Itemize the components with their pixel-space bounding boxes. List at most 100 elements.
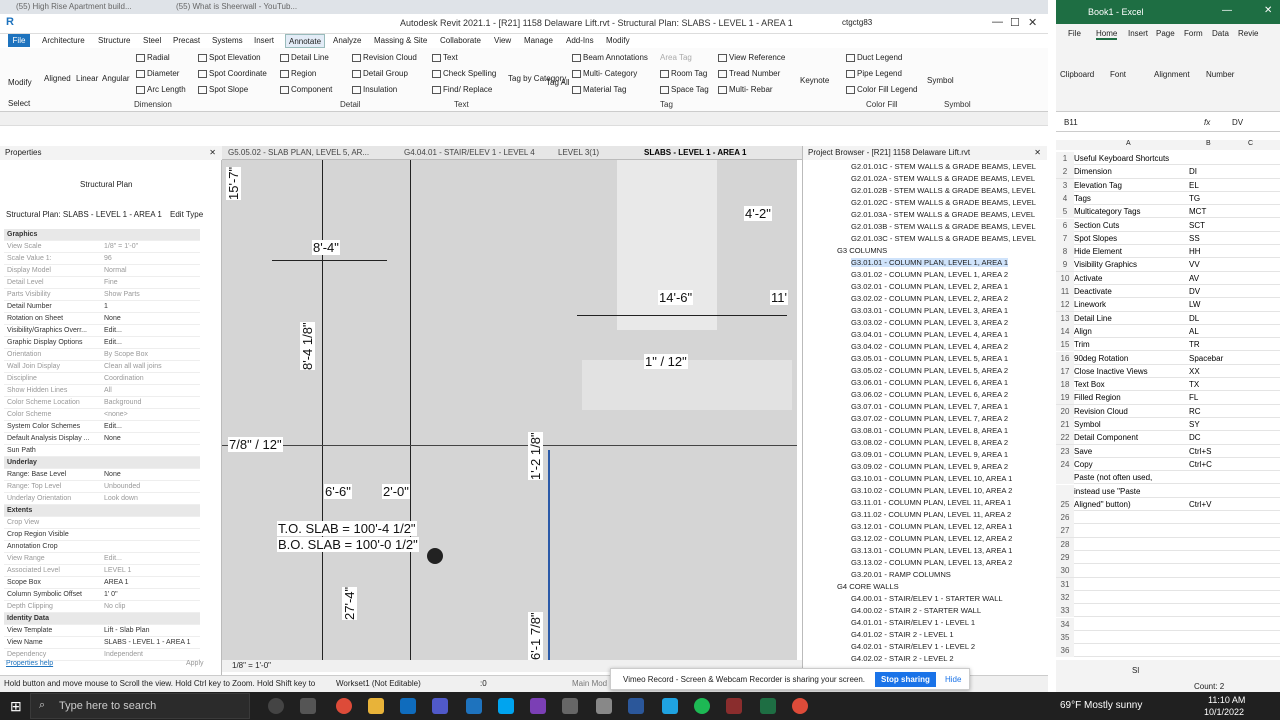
detail-line-button[interactable]: Detail Line bbox=[280, 53, 329, 62]
cell-b[interactable]: AL bbox=[1189, 325, 1199, 338]
type-selector[interactable]: Structural Plan bbox=[80, 180, 132, 189]
browser-view-item[interactable]: G3.07.01 - COLUMN PLAN, LEVEL 7, AREA 1 bbox=[851, 402, 1008, 411]
browser-view-item[interactable]: G3.06.01 - COLUMN PLAN, LEVEL 6, AREA 1 bbox=[851, 378, 1008, 387]
row-number[interactable]: 9 bbox=[1056, 258, 1074, 272]
cell-a[interactable]: 90deg Rotation bbox=[1074, 352, 1128, 365]
menu-collaborate[interactable]: Collaborate bbox=[440, 36, 481, 45]
property-row[interactable]: Column Symbolic Offset 1' 0" bbox=[4, 589, 200, 601]
cell-b[interactable]: SS bbox=[1189, 232, 1200, 245]
multi-category-button[interactable]: Multi- Category bbox=[572, 69, 637, 78]
app-icon[interactable] bbox=[562, 698, 578, 714]
property-row[interactable]: Discipline Coordination bbox=[4, 373, 200, 385]
row-number[interactable]: 21 bbox=[1056, 418, 1074, 431]
property-row[interactable]: Orientation By Scope Box bbox=[4, 349, 200, 361]
browser-view-item[interactable]: G2.01.01C - STEM WALLS & GRADE BEAMS, LE… bbox=[851, 162, 1036, 171]
excel-row[interactable]: 1 Useful Keyboard Shortcuts bbox=[1056, 152, 1280, 166]
slab-top-label[interactable]: T.O. SLAB = 100'-4 1/2" bbox=[277, 521, 417, 536]
cell-a[interactable]: Dimension bbox=[1074, 165, 1112, 178]
cell-a[interactable]: Copy bbox=[1074, 458, 1093, 471]
excel-row[interactable]: 10 Activate AV bbox=[1056, 271, 1280, 285]
browser-view-item[interactable]: G3.12.02 - COLUMN PLAN, LEVEL 12, AREA 2 bbox=[851, 534, 1012, 543]
browser-view-item[interactable]: G2.01.03A - STEM WALLS & GRADE BEAMS, LE… bbox=[851, 210, 1035, 219]
row-number[interactable]: 17 bbox=[1056, 364, 1074, 378]
cell-a[interactable]: Filled Region bbox=[1074, 391, 1121, 404]
col-header[interactable]: C bbox=[1248, 140, 1253, 147]
browser-view-item[interactable]: G3.02.02 - COLUMN PLAN, LEVEL 2, AREA 2 bbox=[851, 294, 1008, 303]
property-row[interactable]: Depth Clipping No clip bbox=[4, 601, 200, 613]
tab-g5-slab-plan[interactable]: G5.05.02 - SLAB PLAN, LEVEL 5, AR... bbox=[228, 148, 369, 157]
cell-b[interactable]: SCT bbox=[1189, 219, 1205, 232]
excel-row[interactable]: 34 bbox=[1056, 617, 1280, 631]
row-number[interactable]: 10 bbox=[1056, 271, 1074, 285]
property-value[interactable]: SLABS - LEVEL 1 - AREA 1 bbox=[104, 637, 191, 649]
property-value[interactable]: None bbox=[104, 433, 121, 445]
clock-time[interactable]: 11:10 AM bbox=[1208, 695, 1245, 705]
property-value[interactable]: 1/8" = 1'-0" bbox=[104, 241, 138, 253]
text-button[interactable]: Text bbox=[432, 53, 458, 62]
browser-view-item[interactable]: G3.01.01 - COLUMN PLAN, LEVEL 1, AREA 1 bbox=[851, 258, 1009, 267]
row-number[interactable]: 23 bbox=[1056, 444, 1074, 458]
excel-row[interactable]: instead use "Paste bbox=[1056, 484, 1280, 498]
file-button[interactable]: File bbox=[8, 34, 30, 47]
property-row[interactable]: View Template Lift - Slab Plan bbox=[4, 625, 200, 637]
excel-row[interactable]: 30 bbox=[1056, 564, 1280, 578]
property-value[interactable]: 1' 0" bbox=[104, 589, 118, 601]
browser-view-item[interactable]: G2.01.02B - STEM WALLS & GRADE BEAMS, LE… bbox=[851, 186, 1036, 195]
excel-row[interactable]: 12 Linework LW bbox=[1056, 298, 1280, 312]
workset-selector[interactable]: Workset1 (Not Editable) bbox=[336, 679, 421, 688]
excel-row[interactable]: 8 Hide Element HH bbox=[1056, 245, 1280, 259]
maximize-icon[interactable]: ☐ bbox=[1010, 16, 1020, 29]
property-row[interactable]: Identity Data bbox=[4, 613, 200, 625]
onenote-icon[interactable] bbox=[530, 698, 546, 714]
row-number[interactable]: 19 bbox=[1056, 391, 1074, 405]
browser-view-item[interactable]: G3.08.01 - COLUMN PLAN, LEVEL 8, AREA 1 bbox=[851, 426, 1008, 435]
row-number[interactable]: 32 bbox=[1056, 590, 1074, 604]
browser-view-item[interactable]: G3.04.01 - COLUMN PLAN, LEVEL 4, AREA 1 bbox=[851, 330, 1008, 339]
browser-group[interactable]: G3 COLUMNS bbox=[837, 246, 887, 255]
stop-sharing-button[interactable]: Stop sharing bbox=[875, 672, 936, 687]
browser-group[interactable]: G4 CORE WALLS bbox=[837, 582, 899, 591]
view-reference-button[interactable]: View Reference bbox=[718, 53, 785, 62]
menu-view[interactable]: View bbox=[494, 36, 511, 45]
col-header[interactable]: B bbox=[1206, 140, 1211, 147]
excel-row[interactable]: 6 Section Cuts SCT bbox=[1056, 218, 1280, 232]
row-number[interactable]: 31 bbox=[1056, 577, 1074, 591]
insulation-button[interactable]: Insulation bbox=[352, 85, 397, 94]
row-number[interactable]: 14 bbox=[1056, 324, 1074, 338]
property-row[interactable]: Underlay bbox=[4, 457, 200, 469]
cell-a[interactable]: Useful Keyboard Shortcuts bbox=[1074, 152, 1169, 165]
slab-bottom-label[interactable]: B.O. SLAB = 100'-0 1/2" bbox=[277, 537, 419, 552]
angular-dim-button[interactable]: Angular bbox=[102, 74, 130, 83]
menu-steel[interactable]: Steel bbox=[143, 36, 161, 45]
property-row[interactable]: Crop View bbox=[4, 517, 200, 529]
cell-b[interactable]: DI bbox=[1189, 165, 1197, 178]
property-row[interactable]: Associated Level LEVEL 1 bbox=[4, 565, 200, 577]
close-icon[interactable]: ✕ bbox=[1028, 16, 1037, 29]
cell-a[interactable]: Symbol bbox=[1074, 418, 1101, 431]
browser-view-item[interactable]: G2.01.02A - STEM WALLS & GRADE BEAMS, LE… bbox=[851, 174, 1035, 183]
browser-view-item[interactable]: G3.09.01 - COLUMN PLAN, LEVEL 9, AREA 1 bbox=[851, 450, 1008, 459]
property-value[interactable]: Edit... bbox=[104, 553, 122, 565]
property-row[interactable]: View Scale 1/8" = 1'-0" bbox=[4, 241, 200, 253]
row-number[interactable]: 29 bbox=[1056, 551, 1074, 564]
fx-icon[interactable]: fx bbox=[1204, 118, 1210, 127]
dim-label[interactable]: 14'-6" bbox=[658, 290, 694, 305]
drawing-canvas[interactable]: 15'-7" 8'-4" 8'-4 1/8" 4'-2" 14'-6" 11' … bbox=[222, 160, 797, 660]
row-number[interactable]: 34 bbox=[1056, 617, 1074, 631]
close-icon[interactable]: ✕ bbox=[1034, 148, 1041, 157]
cell-b[interactable]: TR bbox=[1189, 338, 1200, 351]
browser-view-item[interactable]: G3.09.02 - COLUMN PLAN, LEVEL 9, AREA 2 bbox=[851, 462, 1008, 471]
color-fill-legend-button[interactable]: Color Fill Legend bbox=[846, 85, 917, 94]
property-row[interactable]: Underlay Orientation Look down bbox=[4, 493, 200, 505]
excel-tab-file[interactable]: File bbox=[1068, 29, 1081, 38]
clock-date[interactable]: 10/1/2022 bbox=[1204, 707, 1244, 717]
detail-group-button[interactable]: Detail Group bbox=[352, 69, 408, 78]
cell-a[interactable]: Detail Line bbox=[1074, 312, 1112, 325]
excel-row[interactable]: 15 Trim TR bbox=[1056, 338, 1280, 352]
browser-view-item[interactable]: G3.11.02 - COLUMN PLAN, LEVEL 11, AREA 2 bbox=[851, 510, 1011, 519]
dim-label[interactable]: 8'-4" bbox=[312, 240, 340, 255]
taskbar-search-input[interactable]: ⌕ Type here to search bbox=[30, 693, 250, 719]
region-button[interactable]: Region bbox=[280, 69, 316, 78]
row-number[interactable]: 24 bbox=[1056, 457, 1074, 471]
property-row[interactable]: Color Scheme Location Background bbox=[4, 397, 200, 409]
